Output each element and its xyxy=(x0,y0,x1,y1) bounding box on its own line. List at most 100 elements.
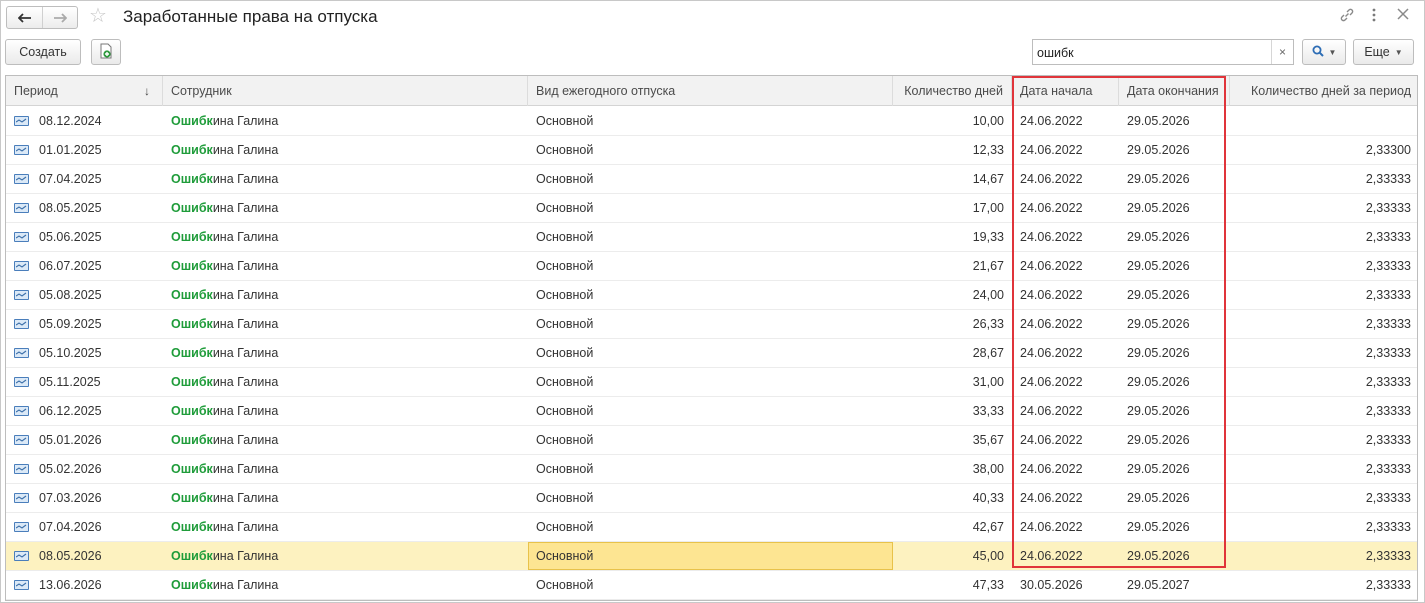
table-row[interactable]: 07.04.2026 Ошибкина Галина Основной 42,67 24… xyxy=(6,513,1417,542)
cell-employee[interactable]: Ошибкина Галина xyxy=(163,310,528,338)
cell-days-per-period[interactable]: 2,33333 xyxy=(1230,281,1417,309)
search-input[interactable] xyxy=(1037,44,1267,61)
cell-end-date[interactable]: 29.05.2026 xyxy=(1119,513,1230,541)
cell-vacation-type[interactable]: Основной xyxy=(528,223,893,251)
cell-days[interactable]: 35,67 xyxy=(893,426,1012,454)
cell-employee[interactable]: Ошибкина Галина xyxy=(163,136,528,164)
cell-start-date[interactable]: 30.05.2026 xyxy=(1012,571,1119,599)
cell-days[interactable]: 40,33 xyxy=(893,484,1012,512)
back-button[interactable] xyxy=(7,7,42,28)
cell-period[interactable]: 06.12.2025 xyxy=(6,397,163,425)
cell-end-date[interactable]: 29.05.2026 xyxy=(1119,455,1230,483)
cell-start-date[interactable]: 24.06.2022 xyxy=(1012,426,1119,454)
cell-vacation-type[interactable]: Основной xyxy=(528,426,893,454)
table-row[interactable]: 13.06.2026 Ошибкина Галина Основной 47,33 30… xyxy=(6,571,1417,600)
cell-start-date[interactable]: 24.06.2022 xyxy=(1012,165,1119,193)
copy-button[interactable] xyxy=(91,39,121,65)
cell-days-per-period[interactable]: 2,33333 xyxy=(1230,484,1417,512)
cell-start-date[interactable]: 24.06.2022 xyxy=(1012,368,1119,396)
cell-end-date[interactable]: 29.05.2026 xyxy=(1119,310,1230,338)
cell-period[interactable]: 07.03.2026 xyxy=(6,484,163,512)
column-header-days[interactable]: Количество дней xyxy=(893,76,1012,106)
cell-period[interactable]: 07.04.2025 xyxy=(6,165,163,193)
cell-days-per-period[interactable]: 2,33333 xyxy=(1230,368,1417,396)
cell-days[interactable]: 31,00 xyxy=(893,368,1012,396)
cell-employee[interactable]: Ошибкина Галина xyxy=(163,513,528,541)
cell-period[interactable]: 05.08.2025 xyxy=(6,281,163,309)
cell-employee[interactable]: Ошибкина Галина xyxy=(163,542,528,570)
cell-days-per-period[interactable]: 2,33333 xyxy=(1230,165,1417,193)
column-header-end-date[interactable]: Дата окончания xyxy=(1119,76,1230,106)
cell-vacation-type[interactable]: Основной xyxy=(528,542,893,570)
table-row[interactable]: 05.10.2025 Ошибкина Галина Основной 28,67 24… xyxy=(6,339,1417,368)
cell-end-date[interactable]: 29.05.2026 xyxy=(1119,339,1230,367)
cell-vacation-type[interactable]: Основной xyxy=(528,136,893,164)
create-button[interactable]: Создать xyxy=(5,39,81,65)
cell-employee[interactable]: Ошибкина Галина xyxy=(163,165,528,193)
cell-period[interactable]: 05.10.2025 xyxy=(6,339,163,367)
cell-vacation-type[interactable]: Основной xyxy=(528,339,893,367)
column-header-vacation-type[interactable]: Вид ежегодного отпуска xyxy=(528,76,893,106)
link-icon[interactable] xyxy=(1339,7,1355,28)
cell-vacation-type[interactable]: Основной xyxy=(528,513,893,541)
cell-start-date[interactable]: 24.06.2022 xyxy=(1012,513,1119,541)
column-header-period[interactable]: Период ↓ xyxy=(6,76,163,106)
cell-period[interactable]: 06.07.2025 xyxy=(6,252,163,280)
cell-end-date[interactable]: 29.05.2026 xyxy=(1119,281,1230,309)
cell-employee[interactable]: Ошибкина Галина xyxy=(163,339,528,367)
table-row[interactable]: 05.08.2025 Ошибкина Галина Основной 24,00 24… xyxy=(6,281,1417,310)
cell-days-per-period[interactable]: 2,33333 xyxy=(1230,252,1417,280)
cell-period[interactable]: 08.05.2026 xyxy=(6,542,163,570)
cell-end-date[interactable]: 29.05.2026 xyxy=(1119,397,1230,425)
cell-start-date[interactable]: 24.06.2022 xyxy=(1012,194,1119,222)
table-row[interactable]: 05.06.2025 Ошибкина Галина Основной 19,33 24… xyxy=(6,223,1417,252)
cell-period[interactable]: 05.01.2026 xyxy=(6,426,163,454)
cell-vacation-type[interactable]: Основной xyxy=(528,252,893,280)
cell-start-date[interactable]: 24.06.2022 xyxy=(1012,397,1119,425)
cell-end-date[interactable]: 29.05.2026 xyxy=(1119,542,1230,570)
cell-vacation-type[interactable]: Основной xyxy=(528,281,893,309)
cell-employee[interactable]: Ошибкина Галина xyxy=(163,368,528,396)
cell-vacation-type[interactable]: Основной xyxy=(528,368,893,396)
cell-days-per-period[interactable]: 2,33333 xyxy=(1230,426,1417,454)
cell-days[interactable]: 33,33 xyxy=(893,397,1012,425)
cell-days-per-period[interactable]: 2,33300 xyxy=(1230,136,1417,164)
cell-end-date[interactable]: 29.05.2026 xyxy=(1119,252,1230,280)
table-row[interactable]: 08.12.2024 Ошибкина Галина Основной 10,00 24… xyxy=(6,107,1417,136)
cell-period[interactable]: 13.06.2026 xyxy=(6,571,163,599)
cell-start-date[interactable]: 24.06.2022 xyxy=(1012,223,1119,251)
cell-days[interactable]: 47,33 xyxy=(893,571,1012,599)
cell-end-date[interactable]: 29.05.2026 xyxy=(1119,194,1230,222)
cell-employee[interactable]: Ошибкина Галина xyxy=(163,455,528,483)
cell-employee[interactable]: Ошибкина Галина xyxy=(163,223,528,251)
close-icon[interactable] xyxy=(1397,7,1409,25)
cell-days[interactable]: 42,67 xyxy=(893,513,1012,541)
cell-days[interactable]: 14,67 xyxy=(893,165,1012,193)
cell-days[interactable]: 28,67 xyxy=(893,339,1012,367)
cell-start-date[interactable]: 24.06.2022 xyxy=(1012,252,1119,280)
cell-end-date[interactable]: 29.05.2026 xyxy=(1119,426,1230,454)
cell-days-per-period[interactable]: 2,33333 xyxy=(1230,542,1417,570)
cell-period[interactable]: 05.06.2025 xyxy=(6,223,163,251)
cell-start-date[interactable]: 24.06.2022 xyxy=(1012,107,1119,135)
cell-days[interactable]: 17,00 xyxy=(893,194,1012,222)
cell-employee[interactable]: Ошибкина Галина xyxy=(163,281,528,309)
cell-vacation-type[interactable]: Основной xyxy=(528,107,893,135)
table-row[interactable]: 05.09.2025 Ошибкина Галина Основной 26,33 24… xyxy=(6,310,1417,339)
cell-period[interactable]: 08.12.2024 xyxy=(6,107,163,135)
cell-days[interactable]: 26,33 xyxy=(893,310,1012,338)
cell-vacation-type[interactable]: Основной xyxy=(528,310,893,338)
star-icon[interactable]: ☆ xyxy=(89,5,107,27)
table-row[interactable]: 07.03.2026 Ошибкина Галина Основной 40,33 24… xyxy=(6,484,1417,513)
cell-end-date[interactable]: 29.05.2027 xyxy=(1119,571,1230,599)
cell-days-per-period[interactable] xyxy=(1230,107,1417,135)
cell-period[interactable]: 05.09.2025 xyxy=(6,310,163,338)
cell-employee[interactable]: Ошибкина Галина xyxy=(163,571,528,599)
search-clear-button[interactable]: × xyxy=(1271,40,1293,64)
kebab-menu-icon[interactable] xyxy=(1371,7,1377,28)
cell-days-per-period[interactable]: 2,33333 xyxy=(1230,194,1417,222)
cell-days-per-period[interactable]: 2,33333 xyxy=(1230,571,1417,599)
cell-end-date[interactable]: 29.05.2026 xyxy=(1119,165,1230,193)
cell-days[interactable]: 10,00 xyxy=(893,107,1012,135)
cell-employee[interactable]: Ошибкина Галина xyxy=(163,194,528,222)
